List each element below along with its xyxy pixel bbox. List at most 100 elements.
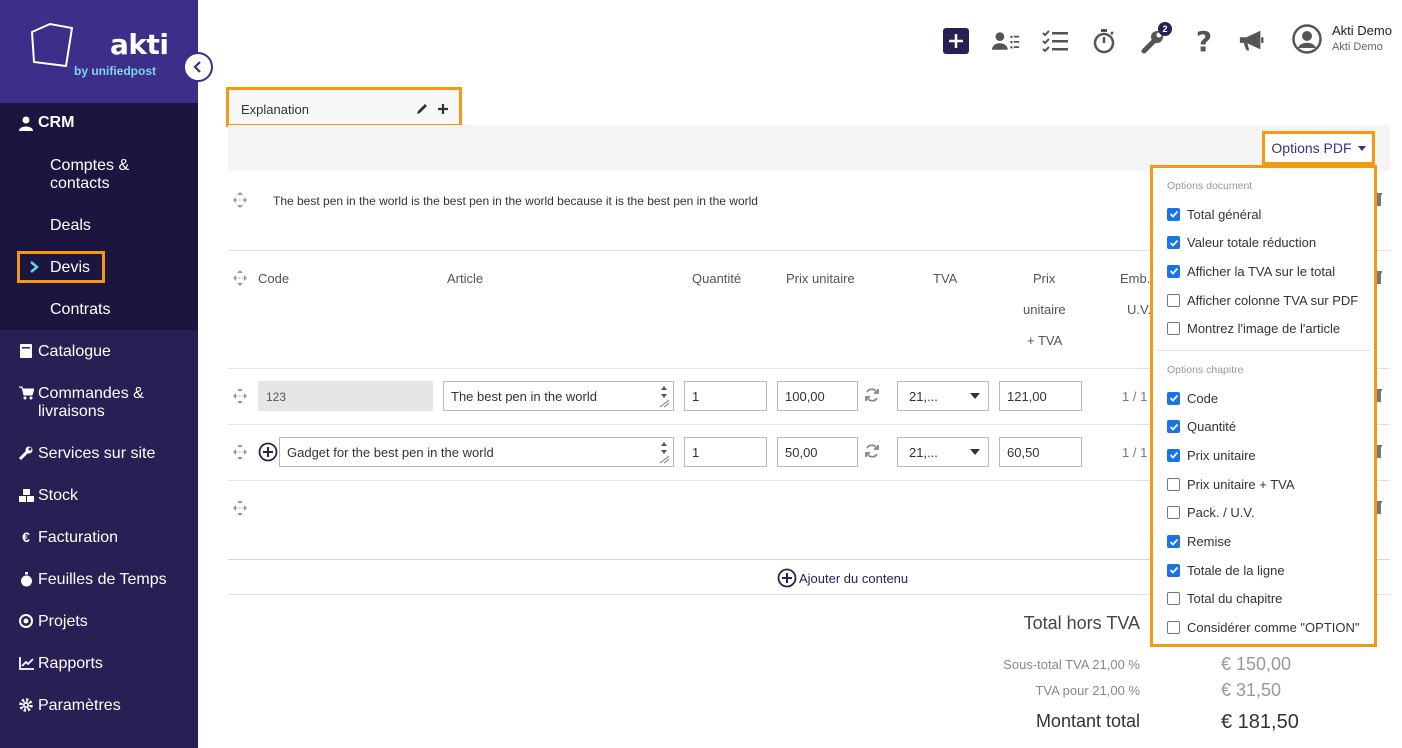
services-button[interactable]: 2 <box>1140 22 1172 55</box>
divider <box>1157 350 1371 351</box>
check-icon <box>1169 423 1178 431</box>
chapter-title: Explanation <box>241 102 309 117</box>
grand-total-value: € 181,50 <box>1221 711 1299 733</box>
sidebar-item-label: Rapports <box>38 655 103 672</box>
plus-icon[interactable] <box>437 103 449 115</box>
target-icon <box>18 613 34 629</box>
pdf-option-row[interactable]: Quantité <box>1167 418 1236 436</box>
check-icon <box>1169 452 1178 460</box>
sidebar-item-devis[interactable]: Devis <box>50 259 90 277</box>
options-pdf-button[interactable]: Options PDF <box>1262 131 1375 165</box>
text-line[interactable]: The best pen in the world is the best pe… <box>273 194 758 208</box>
logo[interactable]: akti by unifiedpost <box>0 0 198 103</box>
sidebar-item-label: Devis <box>50 259 91 276</box>
drag-handle-icon[interactable] <box>232 499 248 517</box>
add-button[interactable] <box>942 27 970 55</box>
textarea-resize-icon[interactable] <box>658 440 670 464</box>
pdf-option-row[interactable]: Afficher colonne TVA sur PDF <box>1167 291 1358 309</box>
pdf-option-row[interactable]: Totale de la ligne <box>1167 561 1285 579</box>
checkbox[interactable] <box>1167 236 1180 250</box>
article-input[interactable]: Gadget for the best pen in the world <box>279 437 674 467</box>
vat-value: 21,... <box>909 445 938 460</box>
quantity-input[interactable]: 1 <box>684 381 767 411</box>
pdf-option-row[interactable]: Pack. / U.V. <box>1167 504 1254 522</box>
price-vat-input[interactable]: 60,50 <box>999 437 1082 467</box>
checkbox[interactable] <box>1167 322 1180 336</box>
help-button[interactable]: ? <box>1190 24 1218 58</box>
quantity-input[interactable]: 1 <box>684 437 767 467</box>
add-content-button[interactable]: Ajouter du contenu <box>777 568 908 588</box>
column-header-unit-price: Prix unitaire <box>786 271 855 286</box>
pdf-option-label: Total général <box>1187 206 1262 222</box>
drag-handle-icon[interactable] <box>232 191 248 209</box>
pencil-icon[interactable] <box>415 102 429 116</box>
pdf-option-row[interactable]: Considérer comme "OPTION" <box>1167 619 1360 637</box>
checkbox[interactable] <box>1167 621 1180 635</box>
pdf-option-row[interactable]: Montrez l'image de l'article <box>1167 320 1340 338</box>
sidebar-item-deals[interactable]: Deals <box>50 217 91 235</box>
sidebar-collapse-button[interactable] <box>183 52 213 82</box>
pdf-option-label: Afficher colonne TVA sur PDF <box>1187 292 1359 308</box>
unit-price-input[interactable]: 50,00 <box>777 437 858 467</box>
pdf-option-row[interactable]: Afficher la TVA sur le total <box>1167 262 1335 280</box>
pdf-option-row[interactable]: Total du chapitre <box>1167 590 1282 608</box>
pdf-option-label: Pack. / U.V. <box>1187 505 1255 521</box>
price-vat-input[interactable]: 121,00 <box>999 381 1082 411</box>
checkbox[interactable] <box>1167 448 1180 462</box>
checkbox[interactable] <box>1167 506 1180 520</box>
user-avatar[interactable] <box>1292 24 1322 54</box>
check-icon <box>1169 538 1178 546</box>
checkbox[interactable] <box>1167 535 1180 548</box>
pdf-option-label: Prix unitaire + TVA <box>1187 476 1295 492</box>
textarea-resize-icon[interactable] <box>658 384 670 408</box>
checkbox[interactable] <box>1167 420 1180 434</box>
drag-handle-icon[interactable] <box>232 443 248 461</box>
drag-handle-icon[interactable] <box>232 387 248 405</box>
timer-button[interactable] <box>1090 27 1118 55</box>
checkbox[interactable] <box>1167 207 1180 221</box>
sidebar-item-label: CRM <box>38 114 75 131</box>
sidebar-item-accounts[interactable]: Comptes & contacts <box>50 157 129 193</box>
pdf-option-row[interactable]: Remise <box>1167 533 1231 551</box>
stopwatch-icon <box>1093 29 1115 54</box>
pack-ratio: 1 / 1 <box>1122 389 1148 404</box>
question-icon: ? <box>1195 24 1213 58</box>
checkbox[interactable] <box>1167 293 1180 307</box>
checkbox[interactable] <box>1167 477 1180 491</box>
sidebar-item-label-line: Commandes & <box>38 385 144 402</box>
checkbox[interactable] <box>1167 563 1180 577</box>
vat-select[interactable]: 21,... <box>897 381 989 411</box>
announcements-button[interactable] <box>1238 27 1266 55</box>
code-input[interactable]: 123 <box>258 381 433 411</box>
check-icon <box>1169 268 1178 276</box>
sidebar-item-label: Feuilles de Temps <box>38 571 167 588</box>
pdf-option-row[interactable]: Prix unitaire + TVA <box>1167 475 1295 493</box>
subtotal-label: Sous-total TVA 21,00 % <box>1003 657 1140 672</box>
stopwatch-icon <box>18 571 34 587</box>
column-header-code: Code <box>258 271 290 286</box>
article-input[interactable]: The best pen in the world <box>443 381 674 411</box>
contacts-list-button[interactable] <box>992 27 1020 55</box>
sidebar-item-contracts[interactable]: Contrats <box>50 301 110 319</box>
pdf-option-row[interactable]: Prix unitaire <box>1167 446 1256 464</box>
pdf-option-row[interactable]: Valeur totale réduction <box>1167 234 1316 252</box>
vat-select[interactable]: 21,... <box>897 437 989 467</box>
pdf-option-row[interactable]: Total général <box>1167 205 1261 223</box>
logo-tagline: by unifiedpost <box>74 64 156 78</box>
column-header-price-vat: unitaire <box>1023 302 1066 317</box>
user-name[interactable]: Akti Demo <box>1332 23 1392 38</box>
add-content-label: Ajouter du contenu <box>799 570 909 586</box>
refresh-icon[interactable] <box>864 443 880 459</box>
tasks-button[interactable] <box>1041 27 1069 55</box>
refresh-icon[interactable] <box>864 387 880 403</box>
book-icon <box>18 343 34 359</box>
unit-price-input[interactable]: 100,00 <box>777 381 858 411</box>
checkbox[interactable] <box>1167 264 1180 278</box>
checkbox[interactable] <box>1167 592 1180 606</box>
drag-handle-icon[interactable] <box>232 269 248 287</box>
pdf-option-label: Quantité <box>1187 419 1237 435</box>
chapter-title-box[interactable]: Explanation <box>226 87 462 127</box>
pdf-option-row[interactable]: Code <box>1167 389 1218 407</box>
checkbox[interactable] <box>1167 391 1180 405</box>
add-subitem-icon[interactable] <box>258 442 278 462</box>
